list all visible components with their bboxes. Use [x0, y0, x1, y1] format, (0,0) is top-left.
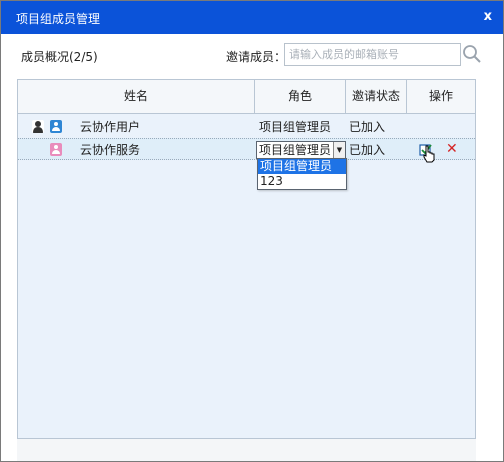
dialog-title: 项目组成员管理: [16, 12, 101, 26]
dialog-footer: [17, 439, 476, 461]
delete-icon[interactable]: ✕: [446, 141, 458, 157]
member-name: 云协作用户: [80, 120, 141, 134]
column-header-name[interactable]: 姓名: [18, 80, 255, 113]
member-management-dialog: 项目组成员管理 x 成员概况(2/5) 邀请成员： 姓名 角色 邀请状态 操作 …: [0, 0, 504, 462]
invite-member-label: 邀请成员：: [226, 50, 287, 64]
table-row[interactable]: 云协作用户 项目组管理员 已加入: [18, 116, 475, 138]
invite-email-input[interactable]: [284, 43, 461, 66]
role-select-value: 项目组管理员: [259, 143, 332, 157]
user-avatar-icon: [50, 120, 62, 133]
table-row[interactable]: 云协作服务 项目组管理员 ▼ 已加入 ✕: [18, 138, 475, 163]
member-table: 姓名 角色 邀请状态 操作 云协作用户 项目组管理员 已加入 云协作服务 项目组…: [17, 79, 476, 439]
column-header-role[interactable]: 角色: [255, 80, 346, 113]
table-header: 姓名 角色 邀请状态 操作: [18, 80, 475, 114]
search-icon[interactable]: [462, 44, 482, 64]
column-header-status[interactable]: 邀请状态: [346, 80, 407, 113]
member-role: 项目组管理员: [259, 120, 332, 134]
admin-person-icon: [32, 120, 44, 133]
member-status: 已加入: [349, 143, 386, 157]
chevron-down-icon[interactable]: ▼: [333, 142, 345, 158]
member-name: 云协作服务: [80, 143, 141, 157]
dialog-titlebar: 项目组成员管理 x: [1, 1, 503, 34]
role-option[interactable]: 项目组管理员: [258, 159, 346, 174]
column-header-actions[interactable]: 操作: [407, 80, 475, 113]
role-dropdown-list: 项目组管理员 123: [257, 158, 347, 190]
member-status: 已加入: [349, 120, 386, 134]
hand-cursor-icon: [423, 145, 435, 163]
service-avatar-icon: [50, 143, 62, 156]
role-option[interactable]: 123: [258, 174, 346, 189]
role-select[interactable]: 项目组管理员 ▼: [256, 141, 346, 159]
member-overview: 成员概况(2/5): [21, 50, 98, 64]
close-button[interactable]: x: [484, 9, 492, 24]
